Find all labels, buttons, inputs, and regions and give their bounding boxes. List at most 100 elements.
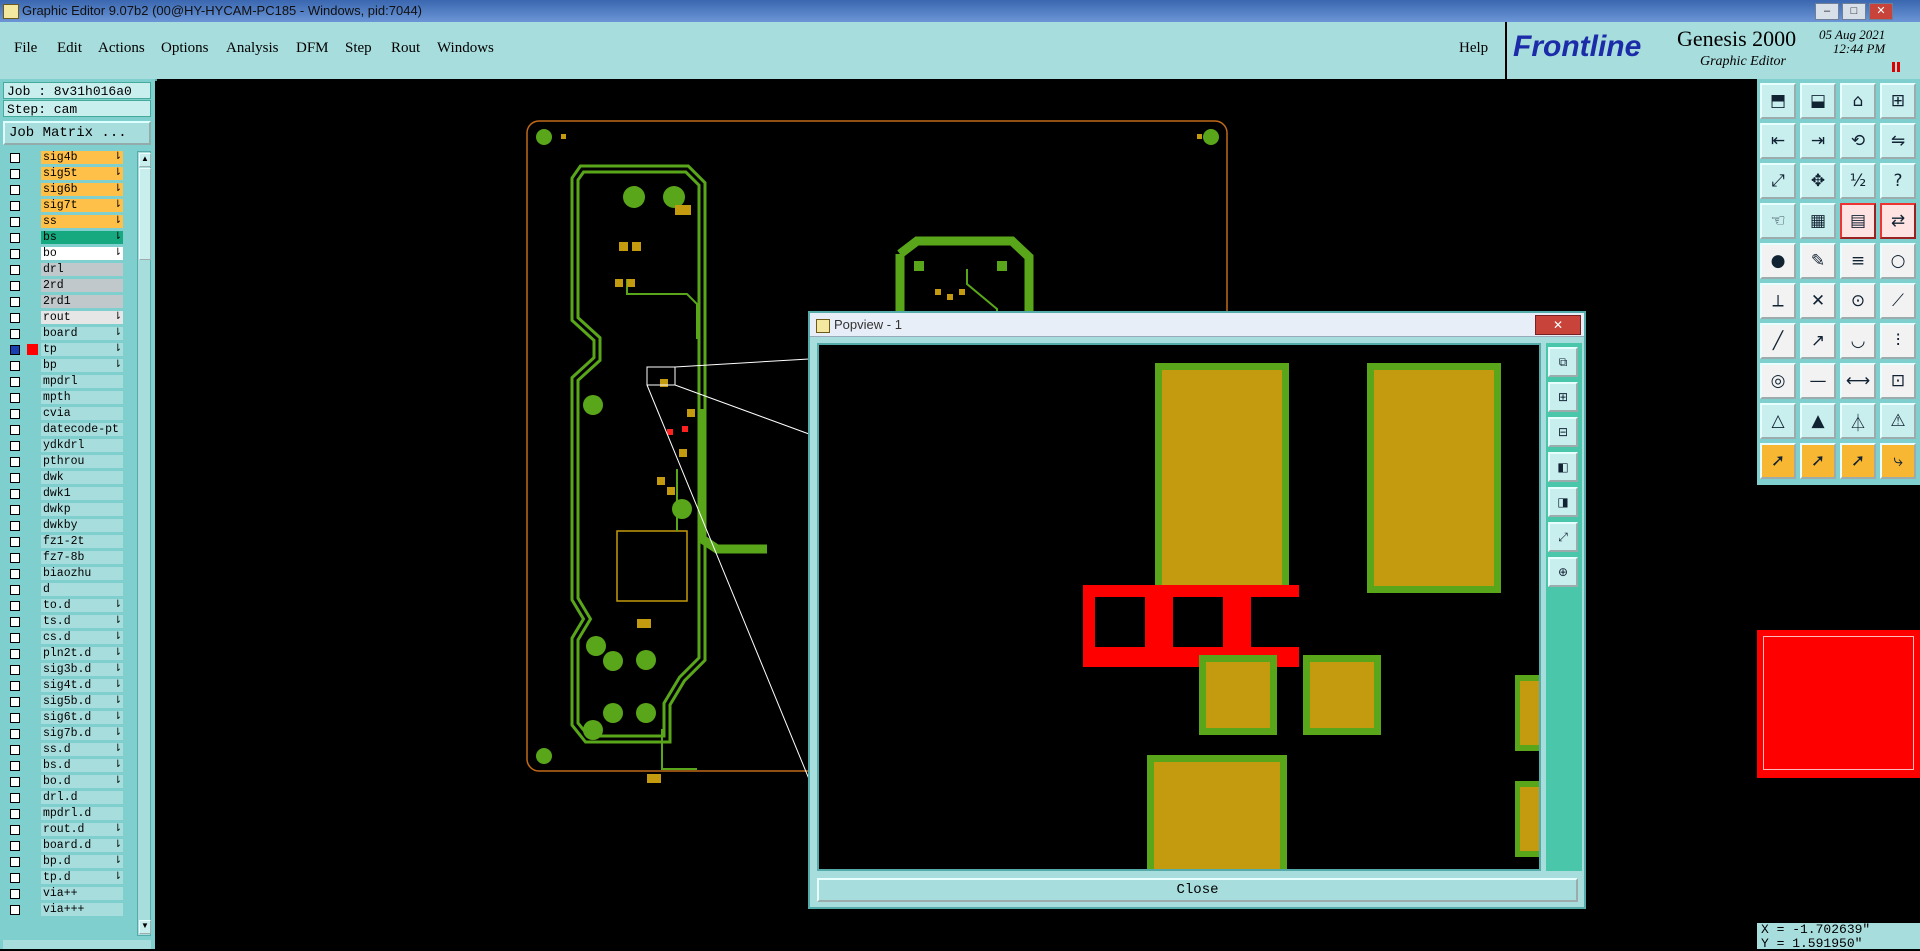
layer-row[interactable]: fz1-2t (3, 535, 125, 549)
layer-checkbox[interactable] (10, 777, 20, 787)
layer-affected-icon[interactable]: ⇂ (114, 151, 122, 165)
layer-list-scrollbar[interactable]: ▲ ▼ (137, 151, 151, 936)
layer-row[interactable]: sig4t.d ⇂ (3, 679, 125, 693)
filter-icon[interactable]: ⫶ (1880, 323, 1916, 359)
layer-row[interactable]: sig4b ⇂ (3, 151, 125, 165)
layer-checkbox[interactable] (10, 825, 20, 835)
layer-checkbox[interactable] (10, 729, 20, 739)
layer-checkbox[interactable] (10, 153, 20, 163)
layer-affected-icon[interactable]: ⇂ (114, 775, 122, 789)
layer-name[interactable]: fz1-2t (41, 535, 123, 548)
layer-affected-icon[interactable]: ⇂ (114, 167, 122, 181)
layer-name[interactable]: ts.d (41, 615, 123, 628)
layer-affected-icon[interactable]: ⇂ (114, 615, 122, 629)
layer-checkbox[interactable] (10, 441, 20, 451)
layer-name[interactable]: pthrou (41, 455, 123, 468)
layer-affected-icon[interactable]: ⇂ (114, 759, 122, 773)
layer-row[interactable]: dwk1 (3, 487, 125, 501)
layer-name[interactable]: dwkby (41, 519, 123, 532)
arc-icon[interactable]: ◡ (1840, 323, 1876, 359)
layer-affected-icon[interactable]: ⇂ (114, 231, 122, 245)
pan-icon[interactable]: ⟲ (1840, 123, 1876, 159)
popview-zoom-in-icon[interactable]: ⊞ (1548, 382, 1578, 412)
layer-name[interactable]: dwk (41, 471, 123, 484)
home-icon[interactable]: ⌂ (1840, 83, 1876, 119)
layer-affected-icon[interactable]: ⇂ (114, 743, 122, 757)
layer-checkbox[interactable] (10, 857, 20, 867)
layer-checkbox[interactable] (10, 537, 20, 547)
layer-checkbox[interactable] (10, 201, 20, 211)
layer-row[interactable]: dwkby (3, 519, 125, 533)
pause-icon[interactable] (1892, 62, 1900, 72)
layer-checkbox[interactable] (10, 761, 20, 771)
layer-checkbox[interactable] (10, 841, 20, 851)
layer-name[interactable]: bs (41, 231, 123, 244)
layer-checkbox[interactable] (10, 249, 20, 259)
layer-row[interactable]: cvia (3, 407, 125, 421)
layer-checkbox[interactable] (10, 489, 20, 499)
layer-name[interactable]: dwkp (41, 503, 123, 516)
layer-checkbox[interactable] (10, 457, 20, 467)
layer-affected-icon[interactable]: ⇂ (114, 247, 122, 261)
layer-name[interactable]: sig6t.d (41, 711, 123, 724)
save-icon[interactable]: ⬓ (1800, 83, 1836, 119)
layer-name[interactable]: 2rd1 (41, 295, 123, 308)
maximize-button[interactable]: □ (1842, 3, 1866, 20)
layer-row[interactable]: cs.d ⇂ (3, 631, 125, 645)
layer-row[interactable]: mpth (3, 391, 125, 405)
popview-close-button[interactable]: Close (817, 878, 1578, 902)
popview-title[interactable]: Popview - 1 (810, 313, 1584, 337)
layer-checkbox[interactable] (10, 585, 20, 595)
layer-row[interactable]: pthrou (3, 455, 125, 469)
layer-name[interactable]: mpth (41, 391, 123, 404)
layer-affected-icon[interactable]: ⇂ (114, 215, 122, 229)
layer-row[interactable]: bp.d ⇂ (3, 855, 125, 869)
select-path-icon[interactable]: ⤷ (1880, 443, 1916, 479)
menu-dfm[interactable]: DFM (296, 40, 329, 57)
cross-icon[interactable]: ✕ (1800, 283, 1836, 319)
layer-name[interactable]: sig4b (41, 151, 123, 164)
popview-pan-right-icon[interactable]: ◨ (1548, 487, 1578, 517)
layer-name[interactable]: d (41, 583, 123, 596)
layer-row[interactable]: biaozhu (3, 567, 125, 581)
layer-name[interactable]: fz7-8b (41, 551, 123, 564)
layer-row[interactable]: ss ⇂ (3, 215, 125, 229)
zoom-in-icon[interactable]: ⇤ (1760, 123, 1796, 159)
layer-row[interactable]: sig3b.d ⇂ (3, 663, 125, 677)
triangle-a-icon[interactable]: ▲ (1800, 403, 1836, 439)
layer-row[interactable]: sig7b.d ⇂ (3, 727, 125, 741)
draw-line-icon[interactable]: ╱ (1760, 323, 1796, 359)
layer-affected-icon[interactable]: ⇂ (114, 327, 122, 341)
layer-name[interactable]: pln2t.d (41, 647, 123, 660)
snap-line-icon[interactable]: ⟋ (1880, 283, 1916, 319)
layer-name[interactable]: rout.d (41, 823, 123, 836)
layer-row[interactable]: to.d ⇂ (3, 599, 125, 613)
snap-node-icon[interactable]: ⊙ (1840, 283, 1876, 319)
layer-name[interactable]: bp (41, 359, 123, 372)
layer-checkbox[interactable] (10, 745, 20, 755)
grid-fine-icon[interactable]: ⊡ (1880, 363, 1916, 399)
layer-name[interactable]: via+++ (41, 903, 123, 916)
layer-checkbox[interactable] (10, 553, 20, 563)
menu-step[interactable]: Step (345, 40, 372, 57)
menu-file[interactable]: File (14, 40, 37, 57)
layer-checkbox[interactable] (10, 393, 20, 403)
center-icon[interactable]: ✥ (1800, 163, 1836, 199)
layer-row[interactable]: ts.d ⇂ (3, 615, 125, 629)
line-add-icon[interactable]: ✎ (1800, 243, 1836, 279)
layer-name[interactable]: ss (41, 215, 123, 228)
select-pad-icon[interactable]: ◎ (1760, 363, 1796, 399)
triangle-icon[interactable]: △ (1760, 403, 1796, 439)
help-query-icon[interactable]: ? (1880, 163, 1916, 199)
layer-name[interactable]: cvia (41, 407, 123, 420)
layer-checkbox[interactable] (10, 377, 20, 387)
popview-center-icon[interactable]: ⊕ (1548, 557, 1578, 587)
layer-row[interactable]: bs.d ⇂ (3, 759, 125, 773)
dimension-icon[interactable]: ⟷ (1840, 363, 1876, 399)
close-window-button[interactable]: ✕ (1869, 3, 1893, 20)
popview-zoom-out-icon[interactable]: ⊟ (1548, 417, 1578, 447)
layer-checkbox[interactable] (10, 905, 20, 915)
layer-row[interactable]: d (3, 583, 125, 597)
scroll-down-arrow-icon[interactable]: ▼ (139, 920, 151, 934)
layer-name[interactable]: to.d (41, 599, 123, 612)
